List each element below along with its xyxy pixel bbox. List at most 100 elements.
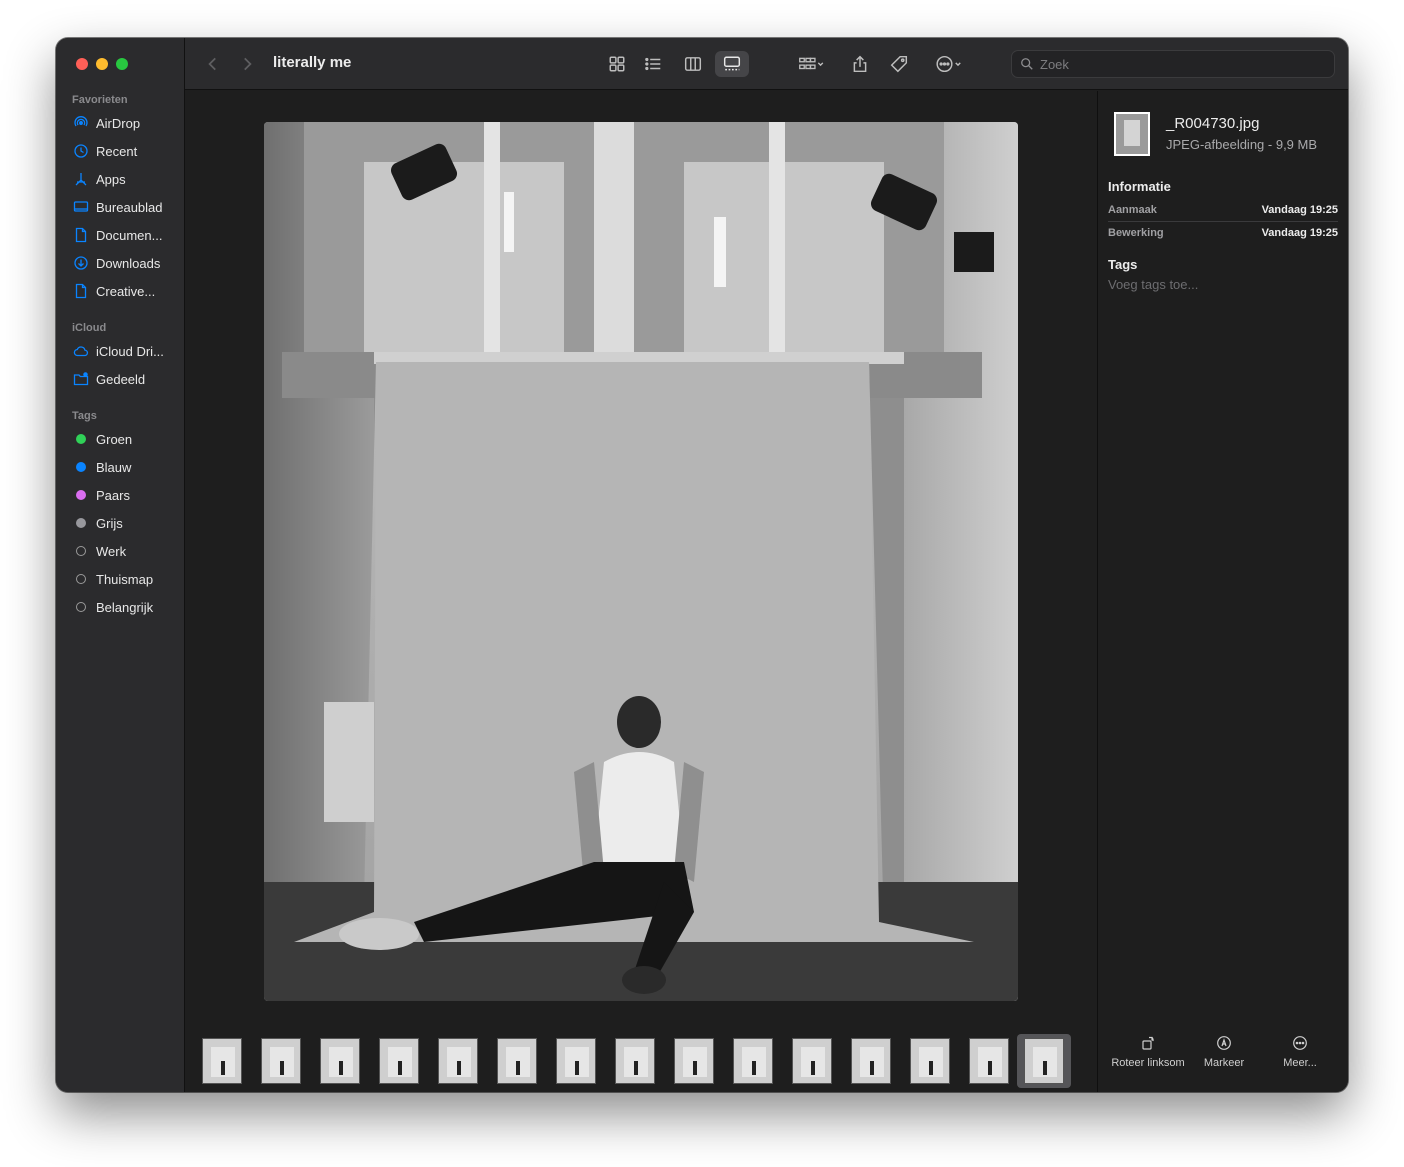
filmstrip-thumbnail[interactable]	[374, 1036, 424, 1086]
action-label: Meer...	[1283, 1057, 1317, 1069]
photo-image	[264, 122, 1018, 1001]
sidebar-item-icloud-drive[interactable]: iCloud Dri...	[72, 340, 180, 362]
columns-icon	[684, 57, 702, 71]
share-icon	[853, 55, 867, 73]
search-input[interactable]	[1040, 56, 1320, 72]
sidebar-item-label: Bureaublad	[96, 199, 163, 215]
filmstrip-thumbnail[interactable]	[728, 1036, 778, 1086]
sidebar-tag-home[interactable]: Thuismap	[72, 568, 180, 590]
sidebar-item-label: Downloads	[96, 255, 161, 271]
markup-icon	[1217, 1036, 1231, 1050]
sidebar-tag-blue[interactable]: Blauw	[72, 456, 180, 478]
sidebar-item-downloads[interactable]: Downloads	[72, 252, 180, 274]
group-by-button[interactable]	[791, 51, 831, 77]
tags-button[interactable]	[886, 51, 912, 77]
info-key: Aanmaak	[1108, 204, 1157, 216]
tag-color-dot-icon	[72, 430, 90, 448]
filmstrip-thumbnail-selected[interactable]	[1017, 1034, 1071, 1088]
sidebar-item-recent[interactable]: Recent	[72, 140, 180, 162]
info-heading: Informatie	[1108, 179, 1171, 194]
apps-icon	[72, 170, 90, 188]
view-list-button[interactable]	[639, 51, 667, 77]
sidebar-item-creative[interactable]: Creative...	[72, 280, 180, 302]
sidebar-item-label: Creative...	[96, 283, 156, 299]
filmstrip-thumbnail[interactable]	[610, 1036, 660, 1086]
info-key: Bewerking	[1108, 227, 1164, 239]
add-tags-field[interactable]: Voeg tags toe...	[1108, 277, 1198, 292]
tag-empty-circle-icon	[72, 542, 90, 560]
filmstrip-thumbnail[interactable]	[433, 1036, 483, 1086]
clock-icon	[72, 142, 90, 160]
filmstrip-thumbnail[interactable]	[669, 1036, 719, 1086]
fullscreen-window-button[interactable]	[116, 58, 128, 70]
filmstrip-thumbnail[interactable]	[905, 1036, 955, 1086]
filmstrip-thumbnail[interactable]	[315, 1036, 365, 1086]
tag-color-dot-icon	[72, 514, 90, 532]
preview-inspector: _R004730.jpg JPEG-afbeelding - 9,9 MB In…	[1097, 91, 1348, 1092]
sidebar-section-icloud: iCloud	[72, 322, 107, 334]
file-name: _R004730.jpg	[1166, 115, 1260, 132]
sidebar-item-label: Paars	[96, 487, 130, 503]
filmstrip-thumbnail[interactable]	[787, 1036, 837, 1086]
more-button[interactable]: Meer...	[1262, 1035, 1338, 1069]
sidebar-tag-green[interactable]: Groen	[72, 428, 180, 450]
sidebar-item-label: Documen...	[96, 227, 163, 243]
tag-color-dot-icon	[72, 458, 90, 476]
search-icon	[1021, 58, 1033, 70]
rotate-left-button[interactable]: Roteer linksom	[1110, 1035, 1186, 1069]
photo-preview[interactable]	[264, 122, 1018, 1001]
action-menu-button[interactable]	[929, 51, 969, 77]
chevron-left-icon	[208, 57, 216, 71]
tag-empty-circle-icon	[72, 570, 90, 588]
icon-grid-icon	[609, 56, 625, 72]
chevron-right-icon	[244, 57, 252, 71]
list-icon	[645, 57, 661, 71]
minimize-window-button[interactable]	[96, 58, 108, 70]
sidebar-item-shared[interactable]: Gedeeld	[72, 368, 180, 390]
filmstrip-thumbnail[interactable]	[256, 1036, 306, 1086]
filmstrip-thumbnail[interactable]	[492, 1036, 542, 1086]
view-icons-button[interactable]	[603, 51, 631, 77]
sidebar-item-label: Grijs	[96, 515, 123, 531]
view-columns-button[interactable]	[677, 51, 709, 77]
sidebar-section-tags: Tags	[72, 410, 97, 422]
filmstrip	[195, 1034, 1075, 1088]
quick-actions: Roteer linksom Markeer Meer...	[1098, 1035, 1348, 1091]
sidebar-item-label: Blauw	[96, 459, 132, 475]
sidebar-item-desktop[interactable]: Bureaublad	[72, 196, 180, 218]
gallery-preview	[185, 91, 1097, 1092]
download-icon	[72, 254, 90, 272]
sidebar-tag-gray[interactable]: Grijs	[72, 512, 180, 534]
view-gallery-button[interactable]	[715, 51, 749, 77]
sidebar-item-label: Werk	[96, 543, 127, 559]
sidebar-tag-purple[interactable]: Paars	[72, 484, 180, 506]
sidebar-tag-important[interactable]: Belangrijk	[72, 596, 180, 618]
document-icon	[72, 226, 90, 244]
markup-button[interactable]: Markeer	[1186, 1035, 1262, 1069]
filmstrip-thumbnail[interactable]	[197, 1036, 247, 1086]
ellipsis-circle-icon	[936, 55, 961, 73]
sidebar-item-documents[interactable]: Documen...	[72, 224, 180, 246]
filmstrip-thumbnail[interactable]	[846, 1036, 896, 1086]
action-label: Markeer	[1203, 1057, 1245, 1069]
info-value: Vandaag 19:25	[1261, 227, 1338, 239]
search-field[interactable]	[1011, 50, 1335, 78]
document-icon	[72, 282, 90, 300]
info-value: Vandaag 19:25	[1261, 204, 1338, 216]
sidebar-item-label: Recent	[96, 143, 138, 159]
sidebar-item-apps[interactable]: Apps	[72, 168, 180, 190]
cloud-icon	[72, 342, 90, 360]
sidebar-item-airdrop[interactable]: AirDrop	[72, 112, 180, 134]
rotate-left-icon	[1142, 1036, 1154, 1050]
file-thumbnail	[1114, 112, 1150, 156]
sidebar-tag-work[interactable]: Werk	[72, 540, 180, 562]
finder-window: Favorieten AirDrop Recent Apps Bureaubla…	[56, 38, 1348, 1092]
forward-button[interactable]	[237, 51, 257, 77]
filmstrip-thumbnail[interactable]	[964, 1036, 1014, 1086]
filmstrip-thumbnail[interactable]	[551, 1036, 601, 1086]
back-button[interactable]	[203, 51, 223, 77]
share-button[interactable]	[847, 51, 873, 77]
file-kind: JPEG-afbeelding - 9,9 MB	[1166, 137, 1318, 152]
close-window-button[interactable]	[76, 58, 88, 70]
tags-heading: Tags	[1108, 257, 1138, 272]
